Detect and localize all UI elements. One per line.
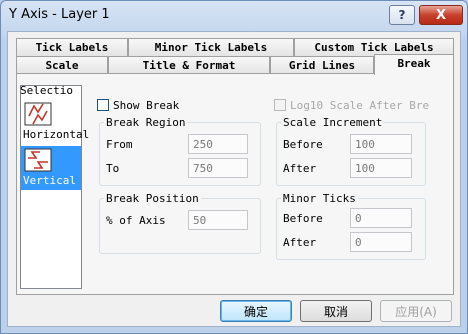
- selection-label: Selectio: [20, 84, 73, 97]
- tab-grid-lines[interactable]: Grid Lines: [270, 56, 374, 74]
- log10-label: Log10 Scale After Bre: [290, 99, 430, 112]
- tab-label: Title & Format: [142, 59, 236, 72]
- scale-increment-title: Scale Increment: [281, 116, 385, 129]
- minor-ticks-title: Minor Ticks: [281, 192, 358, 205]
- show-break-checkbox[interactable]: [97, 99, 109, 111]
- break-region-title: Break Region: [104, 116, 188, 129]
- tab-scale[interactable]: Scale: [16, 56, 108, 74]
- minor-before-label: Before: [283, 212, 323, 225]
- to-label: To: [106, 162, 120, 175]
- title-bar[interactable]: Y Axis - Layer 1 ? X: [1, 1, 467, 31]
- apply-button[interactable]: 应用(A): [380, 300, 452, 322]
- tab-label: Custom Tick Labels: [314, 41, 434, 54]
- cancel-button-label: 取消: [323, 304, 348, 319]
- selection-item-label: Horizontal: [23, 128, 90, 141]
- tab-minor-tick-labels[interactable]: Minor Tick Labels: [128, 38, 294, 56]
- from-input[interactable]: 250: [188, 134, 248, 154]
- show-break-label: Show Break: [113, 99, 180, 112]
- tab-tick-labels[interactable]: Tick Labels: [16, 38, 128, 56]
- tab-label: Grid Lines: [288, 59, 356, 72]
- scale-after-input[interactable]: 100: [350, 158, 412, 178]
- tab-label: Break: [397, 57, 431, 70]
- from-label: From: [106, 138, 133, 151]
- to-input[interactable]: 750: [188, 158, 248, 178]
- window-title: Y Axis - Layer 1: [9, 7, 110, 22]
- horizontal-break-icon: [24, 102, 52, 126]
- tab-label: Scale: [45, 59, 79, 72]
- break-position-title: Break Position: [104, 192, 201, 205]
- ok-button[interactable]: 确定: [220, 300, 292, 322]
- apply-button-label: 应用(A): [395, 304, 437, 319]
- axis-percent-input[interactable]: 50: [188, 210, 248, 230]
- scale-before-label: Before: [283, 138, 323, 151]
- tab-label: Minor Tick Labels: [154, 41, 268, 54]
- scale-after-label: After: [283, 162, 317, 175]
- axis-percent-label: % of Axis: [106, 214, 166, 227]
- selection-item-label: Vertical: [23, 174, 76, 187]
- dialog-client: Tick Labels Minor Tick Labels Custom Tic…: [7, 31, 461, 327]
- tab-title-format[interactable]: Title & Format: [108, 56, 270, 74]
- help-button[interactable]: ?: [389, 5, 415, 25]
- axis-dialog: Y Axis - Layer 1 ? X Tick Labels Minor T…: [0, 0, 468, 334]
- minor-before-input[interactable]: 0: [350, 208, 412, 228]
- minor-after-input[interactable]: 0: [350, 232, 412, 252]
- selection-item-vertical[interactable]: Vertical: [21, 146, 81, 190]
- close-button[interactable]: X: [419, 5, 463, 25]
- tab-label: Tick Labels: [35, 41, 109, 54]
- scale-before-input[interactable]: 100: [350, 134, 412, 154]
- selection-item-horizontal[interactable]: Horizontal: [21, 100, 89, 144]
- help-icon: ?: [398, 8, 406, 22]
- ok-button-label: 确定: [243, 304, 268, 319]
- cancel-button[interactable]: 取消: [300, 300, 372, 322]
- vertical-break-icon: [24, 148, 52, 172]
- minor-after-label: After: [283, 236, 317, 249]
- tab-break[interactable]: Break: [374, 54, 454, 75]
- log10-checkbox[interactable]: [274, 99, 286, 111]
- close-icon: X: [435, 7, 447, 23]
